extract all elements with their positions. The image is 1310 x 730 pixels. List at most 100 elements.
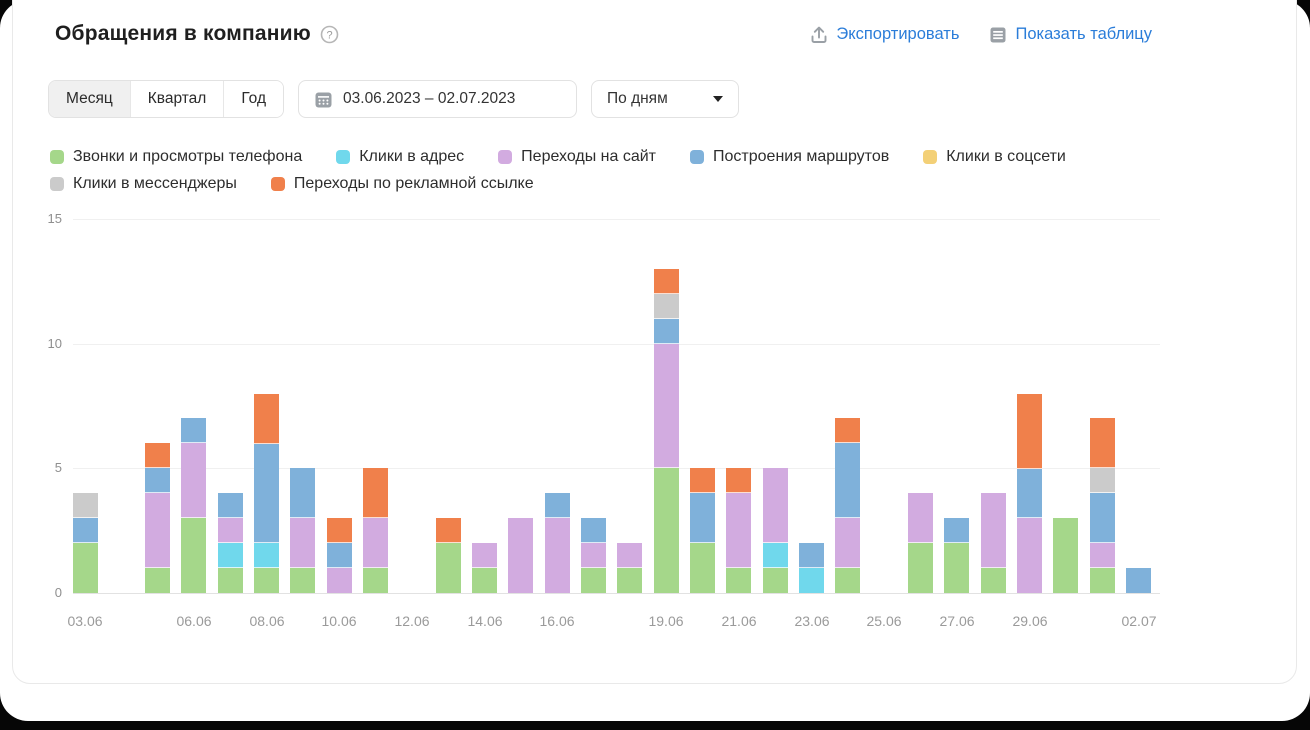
export-button[interactable]: Экспортировать — [810, 25, 959, 44]
bar-segment — [218, 518, 243, 543]
bar-segment — [290, 468, 315, 518]
bar-06.06[interactable] — [181, 418, 206, 593]
bar-03.06[interactable] — [73, 493, 98, 593]
bar-segment — [654, 468, 679, 593]
legend-label: Клики в адрес — [359, 148, 464, 166]
bar-28.06[interactable] — [981, 493, 1006, 593]
bar-segment — [726, 468, 751, 493]
show-table-button[interactable]: Показать таблицу — [989, 25, 1152, 44]
bar-segment — [835, 418, 860, 443]
bar-01.07[interactable] — [1090, 418, 1115, 593]
bar-segment — [363, 518, 388, 568]
date-range-picker[interactable]: 03.06.2023 – 02.07.2023 — [298, 80, 577, 118]
bar-segment — [981, 493, 1006, 568]
bar-24.06[interactable] — [835, 418, 860, 593]
legend-item[interactable]: Клики в мессенджеры — [50, 175, 237, 193]
bar-13.06[interactable] — [436, 518, 461, 593]
bar-18.06[interactable] — [617, 543, 642, 593]
legend-swatch — [336, 150, 350, 164]
bar-segment — [181, 518, 206, 593]
bar-07.06[interactable] — [218, 493, 243, 593]
bar-20.06[interactable] — [690, 468, 715, 593]
page-title: Обращения в компанию — [55, 22, 311, 46]
bar-segment — [254, 543, 279, 568]
help-icon[interactable]: ? — [320, 25, 339, 44]
tab-period-0[interactable]: Месяц — [49, 81, 131, 117]
bar-segment — [1017, 394, 1042, 469]
bar-segment — [145, 568, 170, 593]
bar-05.06[interactable] — [145, 443, 170, 593]
legend-label: Переходы по рекламной ссылке — [294, 175, 534, 193]
legend-label: Звонки и просмотры телефона — [73, 148, 302, 166]
legend-item[interactable]: Клики в адрес — [336, 148, 464, 166]
bar-segment — [690, 468, 715, 493]
legend-swatch — [498, 150, 512, 164]
card-header: Обращения в компанию ? — [55, 22, 339, 46]
bar-segment — [290, 568, 315, 593]
bar-segment — [145, 443, 170, 468]
bar-08.06[interactable] — [254, 394, 279, 593]
bar-segment — [981, 568, 1006, 593]
bar-segment — [654, 294, 679, 319]
bar-segment — [835, 518, 860, 568]
bar-segment — [799, 543, 824, 568]
bar-15.06[interactable] — [508, 518, 533, 593]
bar-segment — [472, 543, 497, 568]
chart-legend: Звонки и просмотры телефона Клики в адрес… — [50, 148, 1095, 193]
bar-segment — [763, 543, 788, 568]
bar-segment — [654, 344, 679, 469]
bar-26.06[interactable] — [908, 493, 933, 593]
bar-21.06[interactable] — [726, 468, 751, 593]
bar-segment — [835, 568, 860, 593]
bar-10.06[interactable] — [327, 518, 352, 593]
bar-30.06[interactable] — [1053, 518, 1078, 593]
bar-segment — [726, 493, 751, 568]
legend-swatch — [50, 177, 64, 191]
bar-segment — [617, 568, 642, 593]
legend-item[interactable]: Клики в соцсети — [923, 148, 1066, 166]
bar-09.06[interactable] — [290, 468, 315, 593]
bar-segment — [1126, 568, 1151, 593]
bar-segment — [1090, 493, 1115, 543]
bar-22.06[interactable] — [763, 468, 788, 593]
tab-period-1[interactable]: Квартал — [131, 81, 225, 117]
legend-item[interactable]: Звонки и просмотры телефона — [50, 148, 302, 166]
bar-segment — [726, 568, 751, 593]
bar-segment — [545, 518, 570, 593]
legend-label: Переходы на сайт — [521, 148, 656, 166]
export-label: Экспортировать — [836, 25, 959, 44]
bar-11.06[interactable] — [363, 468, 388, 593]
bar-23.06[interactable] — [799, 543, 824, 593]
legend-item[interactable]: Построения маршрутов — [690, 148, 889, 166]
bar-19.06[interactable] — [654, 269, 679, 593]
bar-02.07[interactable] — [1126, 568, 1151, 593]
tab-period-2[interactable]: Год — [224, 81, 283, 117]
bar-segment — [545, 493, 570, 518]
legend-label: Построения маршрутов — [713, 148, 889, 166]
bar-27.06[interactable] — [944, 518, 969, 593]
bar-segment — [581, 518, 606, 543]
bar-segment — [73, 543, 98, 593]
granularity-select[interactable]: По дням — [591, 80, 739, 118]
bar-16.06[interactable] — [545, 493, 570, 593]
bar-14.06[interactable] — [472, 543, 497, 593]
bar-segment — [1017, 469, 1042, 519]
bar-segment — [690, 543, 715, 593]
bar-segment — [254, 568, 279, 593]
bar-segment — [254, 444, 279, 544]
bar-29.06[interactable] — [1017, 394, 1042, 593]
stats-card-page: Обращения в компанию ? Экспортировать — [0, 0, 1310, 721]
bar-segment — [181, 443, 206, 518]
legend-label: Клики в соцсети — [946, 148, 1066, 166]
bar-segment — [1090, 543, 1115, 568]
table-icon — [989, 26, 1007, 44]
legend-item[interactable]: Переходы по рекламной ссылке — [271, 175, 534, 193]
date-range-value: 03.06.2023 – 02.07.2023 — [343, 90, 515, 108]
bar-segment — [1053, 518, 1078, 593]
bar-segment — [944, 518, 969, 543]
legend-item[interactable]: Переходы на сайт — [498, 148, 656, 166]
bar-segment — [73, 493, 98, 518]
bar-segment — [908, 543, 933, 593]
bar-17.06[interactable] — [581, 518, 606, 593]
bar-segment — [581, 568, 606, 593]
